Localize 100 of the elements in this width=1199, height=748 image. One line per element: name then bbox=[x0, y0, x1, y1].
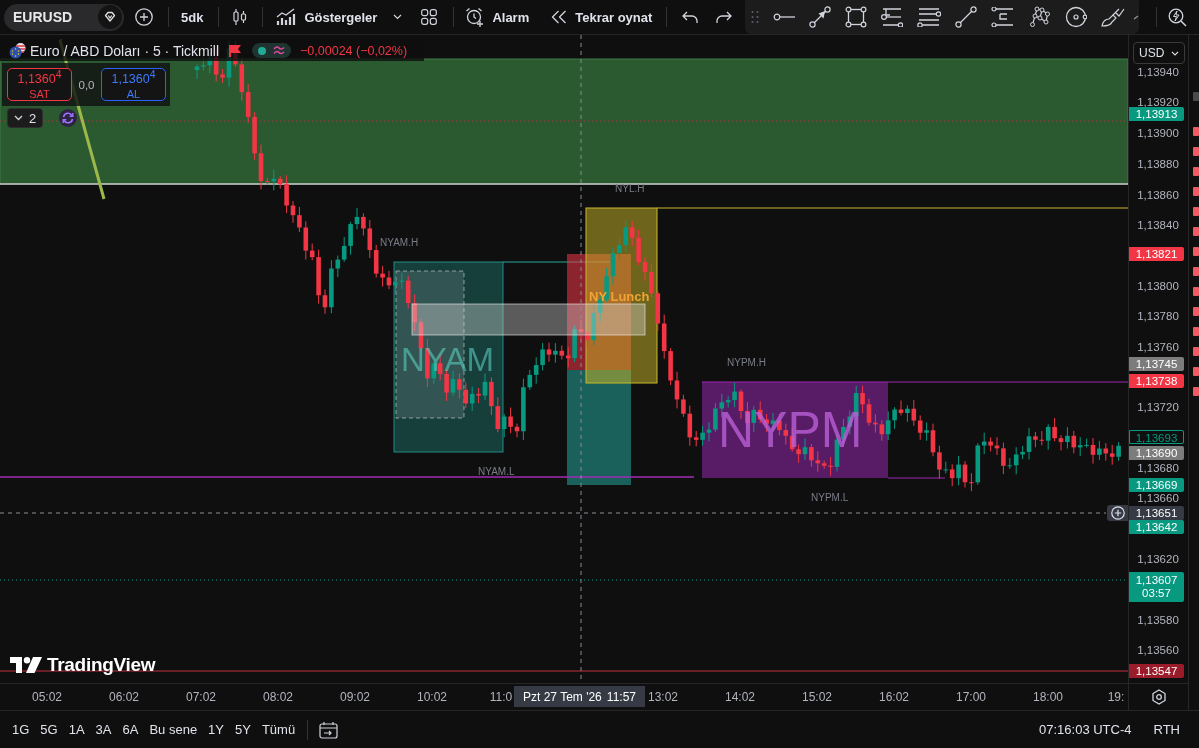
change-chip-icon bbox=[1193, 127, 1199, 136]
time-tick-label: 08:02 bbox=[263, 690, 293, 704]
price-label: 1,13821 bbox=[1129, 247, 1184, 261]
bar-chart-icon bbox=[276, 8, 297, 26]
price-tick-label: 1,13800 bbox=[1136, 279, 1180, 293]
time-tick-label: 13:02 bbox=[648, 690, 678, 704]
parallel-lines-icon[interactable] bbox=[917, 7, 942, 27]
status-dot-icon bbox=[258, 46, 267, 55]
range-button[interactable]: 1A bbox=[68, 722, 85, 737]
range-button[interactable]: 1Y bbox=[208, 722, 224, 737]
grid-icon[interactable] bbox=[421, 9, 438, 25]
price-tick-label: 1,13900 bbox=[1136, 126, 1180, 140]
settings-icon[interactable] bbox=[1150, 689, 1167, 705]
price-tick-label: 1,13780 bbox=[1136, 309, 1180, 323]
currency-flags-icon bbox=[9, 42, 26, 59]
candlestick-icon[interactable] bbox=[233, 8, 248, 26]
price-tick-label: 1,13560 bbox=[1136, 643, 1180, 657]
time-tick-label: 19: bbox=[1107, 690, 1125, 704]
trend-line-icon[interactable] bbox=[955, 6, 978, 28]
arrow-line-icon[interactable] bbox=[809, 6, 832, 28]
chevron-icon[interactable] bbox=[1133, 14, 1140, 20]
lightning-search-icon[interactable] bbox=[1168, 7, 1188, 27]
crosshair-date: Pzt 27 Tem '26 bbox=[523, 689, 602, 704]
brush-icon[interactable] bbox=[1101, 7, 1126, 27]
price-label: 1,13693 bbox=[1129, 430, 1184, 444]
interval-button[interactable]: 5dk bbox=[181, 4, 204, 30]
change-chip-icon bbox=[1193, 147, 1199, 156]
range-button[interactable]: 5G bbox=[40, 722, 58, 737]
range-button[interactable]: 3A bbox=[95, 722, 112, 737]
price-label: 1,13690 bbox=[1129, 446, 1184, 460]
price-tick-label: 1,13940 bbox=[1136, 65, 1180, 79]
pattern-icon[interactable] bbox=[1029, 6, 1052, 28]
time-tick-label: 17:00 bbox=[956, 690, 986, 704]
replay-button[interactable]: Tekrar oynat bbox=[551, 4, 653, 30]
price-label: 1,13669 bbox=[1129, 478, 1184, 492]
range-button[interactable]: 5Y bbox=[235, 722, 251, 737]
currency-dropdown[interactable]: USD bbox=[1133, 42, 1185, 64]
crosshair-time: 11:57 bbox=[606, 689, 636, 704]
sell-button[interactable]: 1,1360$^{4}$ SAT bbox=[7, 68, 72, 101]
time-tick-label: 07:02 bbox=[186, 690, 216, 704]
session-high-label: NYAM.H bbox=[380, 237, 419, 248]
price-tick-label: 1,13860 bbox=[1136, 188, 1180, 202]
alert-button[interactable]: Alarm bbox=[465, 4, 530, 30]
sync-icon[interactable] bbox=[59, 109, 78, 127]
price-label: 1,13651 bbox=[1129, 506, 1184, 520]
price-label: 1,13745 bbox=[1129, 357, 1184, 371]
change-chip-icon bbox=[1193, 187, 1199, 196]
price-tick-label: 1,13760 bbox=[1136, 340, 1180, 354]
drag-handle-icon[interactable] bbox=[751, 10, 760, 24]
range-button[interactable]: Tümü bbox=[261, 722, 296, 737]
session-low-line bbox=[887, 477, 946, 479]
range-button[interactable]: Bu sene bbox=[149, 722, 198, 737]
price-change: −0,00024 (−0,02%) bbox=[300, 43, 408, 58]
price-tick-label: 1,13880 bbox=[1136, 157, 1180, 171]
long-position-icon[interactable] bbox=[881, 7, 904, 27]
change-chip-icon bbox=[1193, 92, 1199, 101]
spread-value: 0,0 bbox=[77, 78, 96, 91]
plus-circle-icon[interactable] bbox=[135, 8, 153, 26]
alarm-clock-icon bbox=[465, 7, 485, 27]
flag-icon[interactable] bbox=[229, 44, 242, 57]
rewind-icon bbox=[551, 10, 568, 24]
change-chip-icon bbox=[1193, 247, 1199, 256]
price-tick-label: 1,13920 bbox=[1136, 95, 1180, 109]
change-chip-icon bbox=[1193, 287, 1199, 296]
rectangle-icon[interactable] bbox=[845, 6, 868, 28]
change-chip-icon bbox=[1193, 207, 1199, 216]
session-low-label: NYPM.L bbox=[811, 492, 849, 503]
indicators-button[interactable]: Göstergeler bbox=[276, 4, 378, 30]
price-label: 1,13547 bbox=[1129, 664, 1184, 678]
buy-button[interactable]: 1,1360$^{4}$ AL bbox=[101, 68, 166, 101]
time-tick-label: 10:02 bbox=[417, 690, 447, 704]
time-tick-label: 11:0 bbox=[489, 690, 513, 704]
redo-icon[interactable] bbox=[716, 10, 733, 24]
change-chip-icon bbox=[1193, 167, 1199, 176]
line-segment-icon[interactable] bbox=[773, 13, 796, 21]
short-position-icon[interactable] bbox=[991, 7, 1016, 27]
symbol-button[interactable]: EURUSD bbox=[4, 3, 124, 31]
session-low-label: NYAM.L bbox=[478, 466, 515, 477]
range-button[interactable]: 1G bbox=[12, 722, 30, 737]
gem-icon[interactable] bbox=[98, 5, 122, 29]
countdown-label: 03:57 bbox=[1142, 587, 1171, 600]
change-chip-icon bbox=[1193, 367, 1199, 376]
chevron-down-icon bbox=[14, 115, 23, 121]
price-tick-label: 1,13720 bbox=[1136, 400, 1180, 414]
calendar-icon[interactable] bbox=[319, 720, 339, 739]
chevron-down-icon[interactable] bbox=[393, 14, 403, 20]
price-tick-label: 1,13680 bbox=[1136, 461, 1180, 475]
time-tick-label: 06:02 bbox=[109, 690, 139, 704]
session-button[interactable]: RTH bbox=[1153, 722, 1180, 737]
session-high-label: NYPM.H bbox=[727, 357, 766, 368]
price-tick-label: 1,13840 bbox=[1136, 218, 1180, 232]
crosshair-plus-button[interactable] bbox=[1107, 505, 1128, 521]
price-label: 1,13738 bbox=[1129, 374, 1184, 388]
price-tick-label: 1,13660 bbox=[1136, 491, 1180, 505]
circle-target-icon[interactable] bbox=[1065, 6, 1088, 28]
undo-icon[interactable] bbox=[682, 10, 699, 24]
time-tick-label: 14:02 bbox=[725, 690, 755, 704]
price-label: 1,13642 bbox=[1129, 520, 1184, 534]
range-button[interactable]: 6A bbox=[122, 722, 139, 737]
indicators-toggle-button[interactable]: 2 bbox=[7, 108, 44, 128]
